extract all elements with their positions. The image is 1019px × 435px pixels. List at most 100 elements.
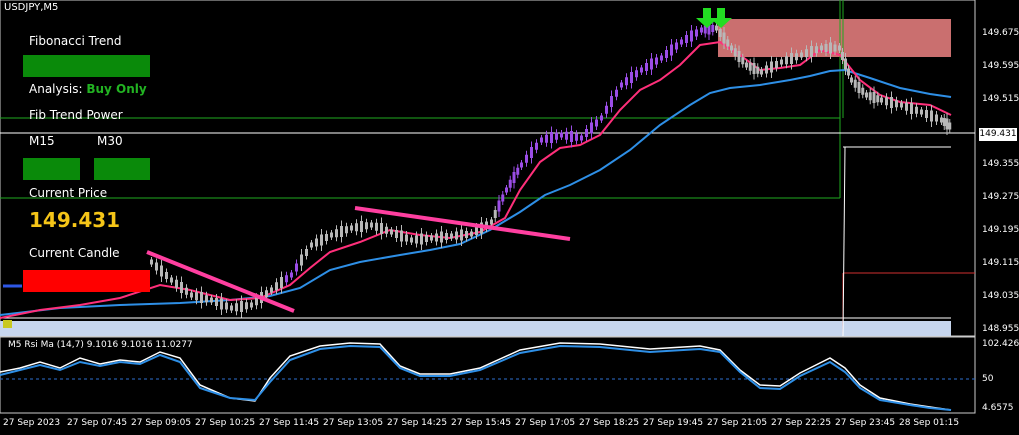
candle-body <box>737 51 741 62</box>
rsi-title: M5 Rsi Ma (14,7) 9.1016 9.1016 11.0277 <box>8 340 193 350</box>
candle-body <box>895 100 898 108</box>
time-axis-label: 27 Sep 18:25 <box>579 418 640 428</box>
candle-body <box>170 277 173 283</box>
candle-body <box>853 79 857 88</box>
candle-body <box>620 82 623 88</box>
candle-body <box>752 63 756 74</box>
candle-body <box>841 52 844 60</box>
candle-body <box>610 96 613 107</box>
candle-body <box>850 77 853 83</box>
candle-body <box>945 118 949 130</box>
candle-body <box>790 53 793 64</box>
price-chart-canvas[interactable] <box>0 0 1019 435</box>
candle-body <box>275 282 278 291</box>
candle-body <box>175 279 178 288</box>
candle-body <box>385 226 388 234</box>
candle-body <box>795 53 798 61</box>
candle-body <box>530 147 533 158</box>
candle-body <box>420 233 423 245</box>
candle-body <box>320 234 323 246</box>
analysis-label: Analysis: <box>29 82 83 96</box>
candle-body <box>685 35 688 43</box>
rsi-axis-label: 102.4262 <box>982 339 1019 349</box>
candle-body <box>355 223 358 232</box>
candle-body <box>315 238 318 247</box>
candle-body <box>425 235 428 242</box>
candle-body <box>780 59 783 65</box>
candle-body <box>205 295 208 303</box>
candle-body <box>585 129 588 137</box>
candle-body <box>185 287 188 295</box>
rsi-axis-label: 4.6575 <box>982 403 1014 413</box>
candle-body <box>800 52 803 58</box>
candle-body <box>250 302 253 308</box>
candle-body <box>861 87 865 95</box>
candle-body <box>370 222 373 228</box>
price-axis-label: 149.355 <box>982 159 1019 169</box>
candle-body <box>885 97 888 106</box>
candle-body <box>868 92 872 101</box>
candle-body <box>245 302 248 310</box>
candle-body <box>516 167 520 175</box>
candle-body <box>890 97 893 108</box>
candle-body <box>815 46 818 54</box>
current-candle-label: Current Candle <box>29 246 120 260</box>
price-axis-label: 149.595 <box>982 61 1019 71</box>
candle-body <box>350 225 353 231</box>
time-axis-label: 27 Sep 15:45 <box>451 418 512 428</box>
candle-body <box>335 229 338 238</box>
candle-body <box>150 259 153 265</box>
price-axis-label: 148.955 <box>982 324 1019 334</box>
candle-body <box>465 231 468 238</box>
fib-trend-box <box>23 55 150 77</box>
candle-body <box>435 233 438 242</box>
candle-body <box>555 132 558 140</box>
candle-body <box>880 97 883 103</box>
candle-body <box>838 45 841 51</box>
candle-body <box>810 46 813 57</box>
current-price-tag: 149.431 <box>979 128 1017 141</box>
candle-body <box>430 235 433 241</box>
candle-body <box>235 303 238 312</box>
candle-body <box>580 135 583 141</box>
candle-body <box>655 57 658 65</box>
analysis-row: Analysis: Buy Only <box>29 82 147 96</box>
tf-m30-label: M30 <box>97 134 123 148</box>
candle-body <box>625 77 628 86</box>
candle-body <box>230 305 233 311</box>
candle-body <box>550 132 553 143</box>
candle-body <box>700 27 703 33</box>
time-axis-label: 28 Sep 01:15 <box>899 418 960 428</box>
candle-body <box>650 58 653 70</box>
candle-body <box>508 179 512 188</box>
candle-body <box>595 119 598 127</box>
candle-body <box>935 114 938 122</box>
candle-body <box>660 55 663 61</box>
candle-body <box>440 231 443 243</box>
candle-body <box>565 131 568 140</box>
candle-body <box>680 39 683 45</box>
current-price-value: 149.431 <box>29 208 121 232</box>
candle-body <box>876 95 880 103</box>
candle-body <box>290 272 293 278</box>
candle-body <box>695 29 698 37</box>
tf-m30-box <box>94 158 150 180</box>
candle-body <box>360 221 363 232</box>
candle-body <box>195 292 198 301</box>
candle-body <box>300 254 303 266</box>
candle-body <box>775 61 778 68</box>
candle-body <box>210 297 213 303</box>
demand-zone <box>0 321 951 336</box>
candle-body <box>330 232 333 238</box>
candle-body <box>390 229 393 235</box>
candle-body <box>200 292 203 303</box>
fib-trend-power-label: Fib Trend Power <box>29 108 123 122</box>
candle-body <box>711 25 715 32</box>
candle-body <box>665 50 668 58</box>
candle-body <box>305 249 308 256</box>
candle-body <box>340 226 343 237</box>
candle-body <box>540 137 543 143</box>
candle-body <box>675 42 678 50</box>
candle-body <box>640 67 643 73</box>
candle-body <box>940 117 943 123</box>
